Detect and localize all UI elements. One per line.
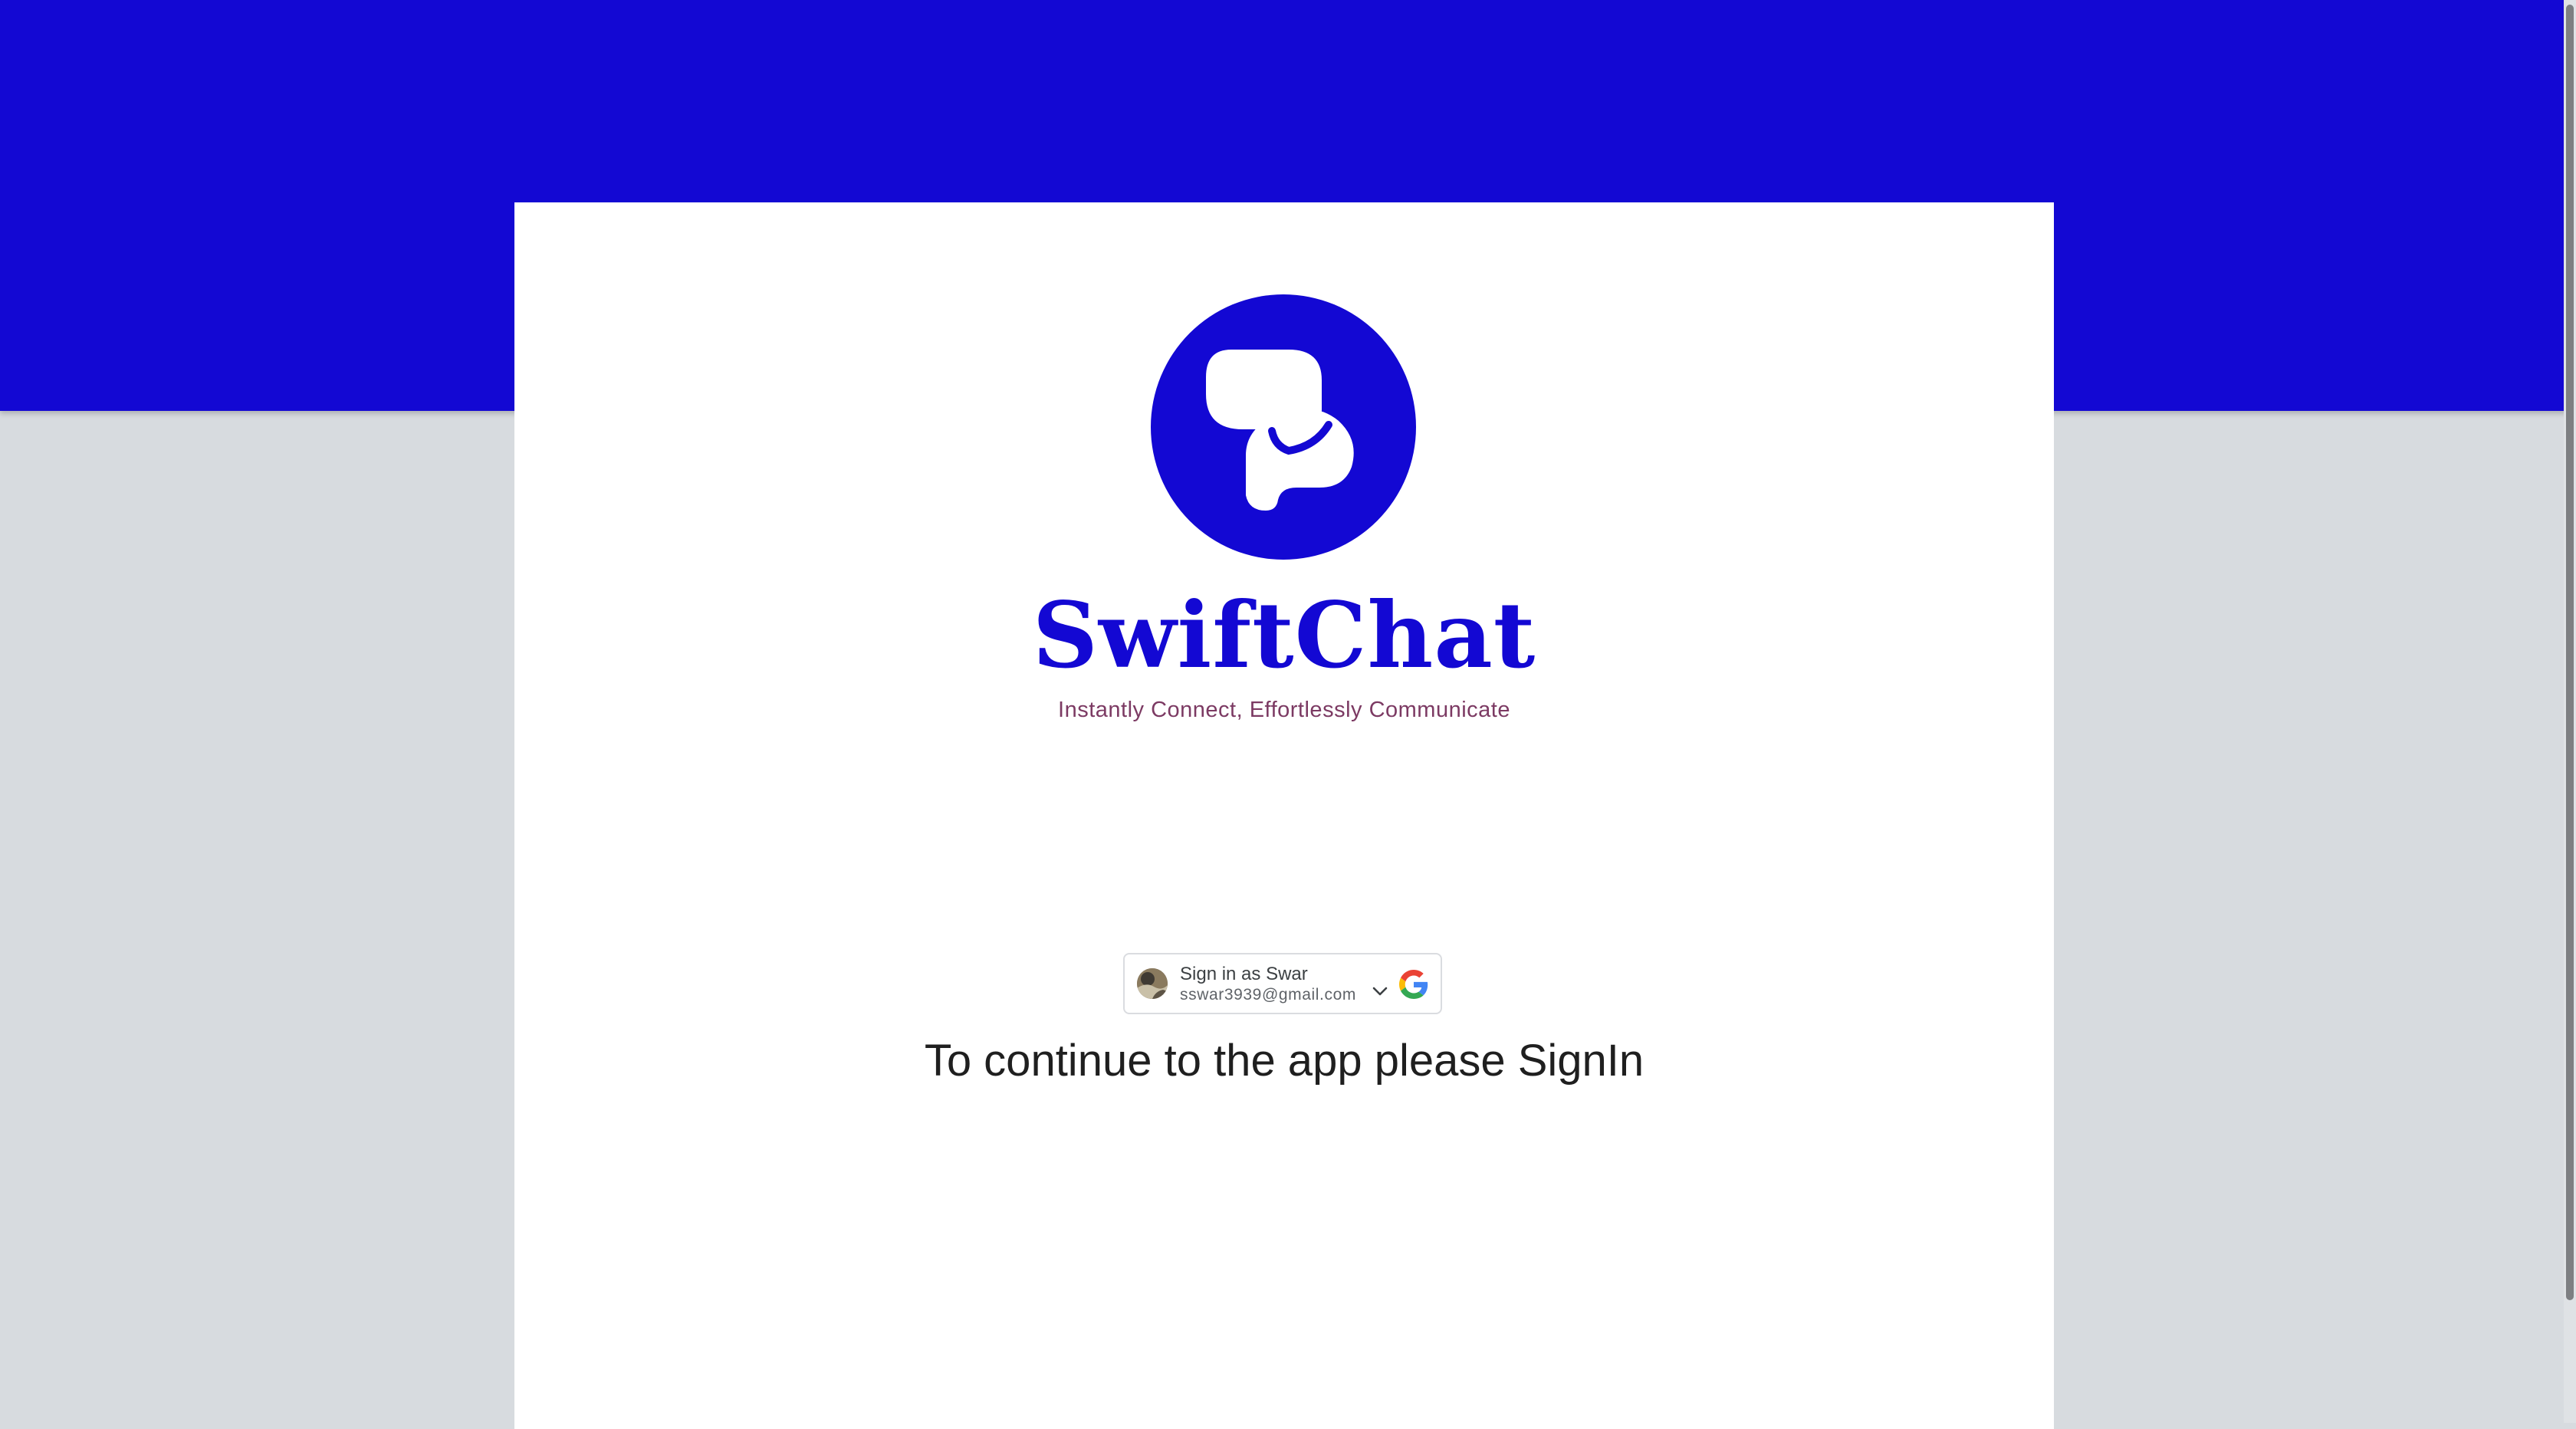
tagline: Instantly Connect, Effortlessly Communic… xyxy=(1058,698,1510,722)
signin-card: SwiftChat Instantly Connect, Effortlessl… xyxy=(514,202,2054,1429)
swiftchat-logo xyxy=(1151,294,1416,560)
user-avatar xyxy=(1137,968,1168,999)
signin-prompt: To continue to the app please SignIn xyxy=(924,1036,1644,1086)
google-signin-button[interactable]: Sign in as Swar sswar3939@gmail.com xyxy=(1123,953,1442,1014)
scrollbar[interactable] xyxy=(2564,0,2576,1423)
chevron-down-icon[interactable] xyxy=(1372,985,1388,999)
chat-bubbles-icon xyxy=(1206,350,1354,511)
google-g-icon xyxy=(1399,970,1428,999)
brand-name: SwiftChat xyxy=(1032,582,1536,688)
signin-account-text: Sign in as Swar sswar3939@gmail.com xyxy=(1180,964,1372,1005)
scrollbar-thumb[interactable] xyxy=(2566,5,2574,1300)
signin-email: sswar3939@gmail.com xyxy=(1180,986,1356,1004)
signin-title: Sign in as Swar xyxy=(1180,964,1308,984)
